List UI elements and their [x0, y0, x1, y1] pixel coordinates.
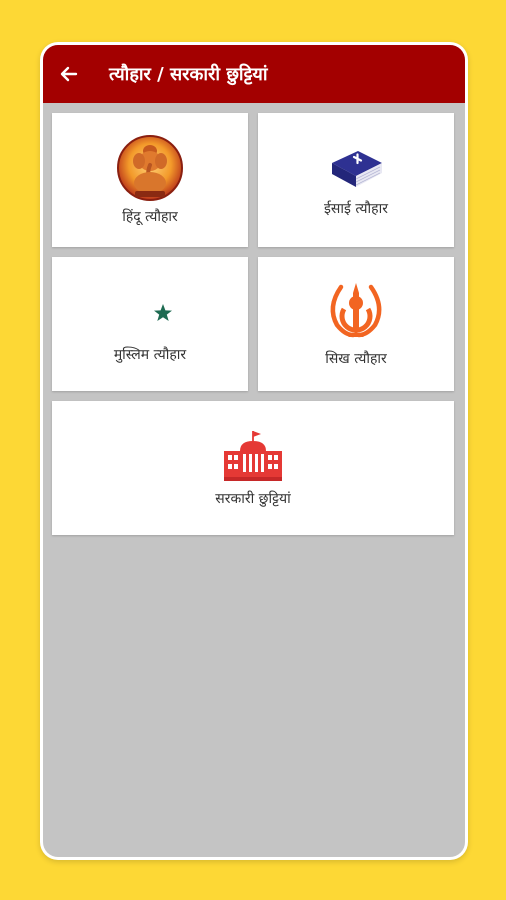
- menu-card-muslim[interactable]: मुस्लिम त्यौहार: [52, 257, 248, 391]
- ganesha-icon: [115, 134, 185, 201]
- menu-label-christian: ईसाई त्यौहार: [324, 200, 388, 217]
- page-title: त्यौहार / सरकारी छुट्टियां: [109, 64, 268, 85]
- menu-label-government: सरकारी छुट्टियां: [215, 490, 291, 507]
- menu-card-hindu[interactable]: हिंदू त्यौहार: [52, 113, 248, 247]
- menu-label-muslim: मुस्लिम त्यौहार: [113, 346, 187, 363]
- menu-card-government[interactable]: सरकारी छुट्टियां: [52, 401, 454, 535]
- crescent-star-icon: [123, 285, 177, 339]
- khanda-icon: [323, 281, 389, 343]
- menu-card-christian[interactable]: ईसाई त्यौहार: [258, 113, 454, 247]
- empty-content-area: [43, 543, 465, 857]
- menu-card-sikh[interactable]: सिख त्यौहार: [258, 257, 454, 391]
- back-arrow-icon: [60, 66, 78, 82]
- menu-label-hindu: हिंदू त्यौहार: [122, 208, 178, 225]
- government-building-icon: [220, 429, 286, 483]
- back-button[interactable]: [57, 62, 81, 86]
- app-screen: त्यौहार / सरकारी छुट्टियां हिंदू त्यौहार…: [43, 45, 465, 857]
- menu-label-sikh: सिख त्यौहार: [325, 350, 387, 367]
- phone-frame: त्यौहार / सरकारी छुट्टियां हिंदू त्यौहार…: [40, 42, 468, 860]
- bible-icon: [326, 143, 386, 193]
- app-bar: त्यौहार / सरकारी छुट्टियां: [43, 45, 465, 103]
